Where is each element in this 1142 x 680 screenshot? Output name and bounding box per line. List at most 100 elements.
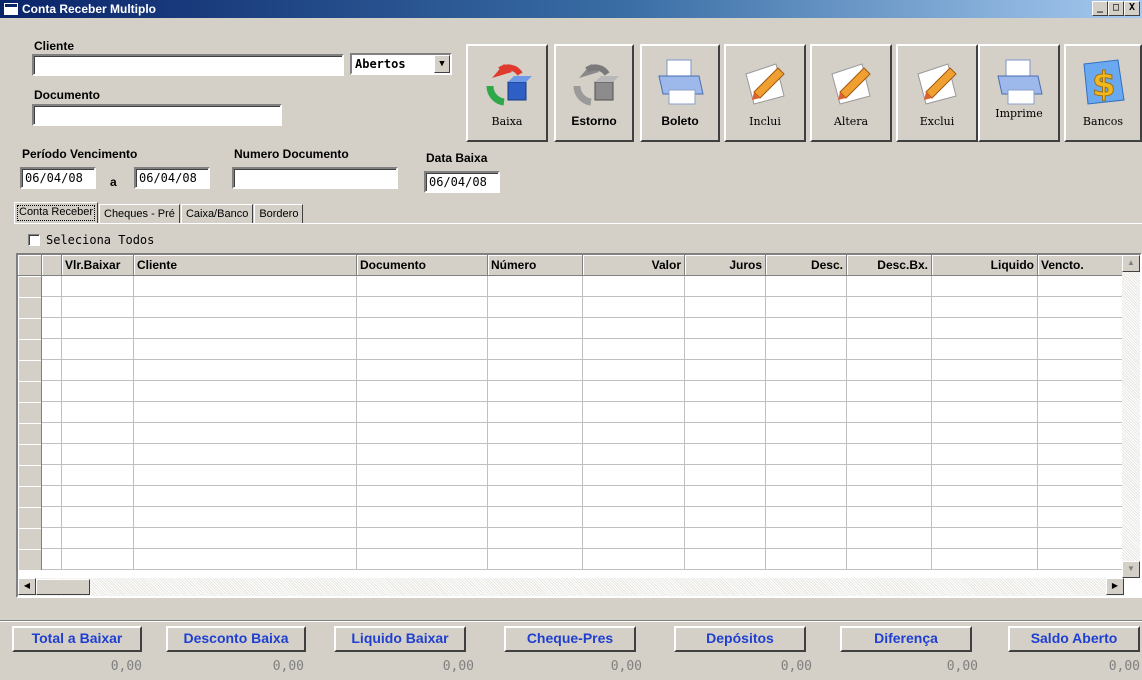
table-cell[interactable] (1038, 276, 1123, 297)
table-cell[interactable] (42, 507, 62, 528)
table-cell[interactable] (1038, 339, 1123, 360)
column-header-vlr-baixar[interactable]: Vlr.Baixar (62, 255, 134, 276)
table-cell[interactable] (134, 444, 357, 465)
table-cell[interactable] (42, 339, 62, 360)
table-cell[interactable] (42, 444, 62, 465)
vertical-scrollbar[interactable]: ▲ ▼ (1122, 255, 1140, 578)
table-cell[interactable] (1038, 528, 1123, 549)
table-cell[interactable] (583, 465, 685, 486)
table-row[interactable] (18, 339, 1124, 360)
table-cell[interactable] (583, 507, 685, 528)
table-cell[interactable] (932, 360, 1038, 381)
table-row[interactable] (18, 360, 1124, 381)
tab-cheques-pre[interactable]: Cheques - Pré (99, 204, 180, 224)
table-cell[interactable] (766, 276, 847, 297)
table-cell[interactable] (583, 276, 685, 297)
minimize-button[interactable]: _ (1092, 1, 1108, 16)
table-row[interactable] (18, 465, 1124, 486)
documento-input[interactable] (32, 104, 282, 126)
table-cell[interactable] (583, 339, 685, 360)
table-cell[interactable] (766, 297, 847, 318)
table-cell[interactable] (488, 444, 583, 465)
exclui-button[interactable]: Exclui (896, 44, 978, 142)
row-indicator[interactable] (18, 507, 42, 528)
table-cell[interactable] (932, 318, 1038, 339)
table-cell[interactable] (62, 360, 134, 381)
table-cell[interactable] (357, 507, 488, 528)
numdoc-input[interactable] (232, 167, 398, 189)
table-cell[interactable] (847, 486, 932, 507)
table-cell[interactable] (42, 423, 62, 444)
table-cell[interactable] (1038, 381, 1123, 402)
table-cell[interactable] (488, 402, 583, 423)
table-cell[interactable] (932, 528, 1038, 549)
table-cell[interactable] (847, 360, 932, 381)
table-cell[interactable] (685, 507, 766, 528)
table-cell[interactable] (766, 381, 847, 402)
column-header-juros[interactable]: Juros (685, 255, 766, 276)
table-cell[interactable] (42, 486, 62, 507)
table-cell[interactable] (357, 444, 488, 465)
table-cell[interactable] (932, 549, 1038, 570)
column-header-cliente[interactable]: Cliente (134, 255, 357, 276)
table-cell[interactable] (847, 339, 932, 360)
row-indicator[interactable] (18, 486, 42, 507)
column-header-documento[interactable]: Documento (357, 255, 488, 276)
table-cell[interactable] (766, 549, 847, 570)
table-cell[interactable] (1038, 297, 1123, 318)
table-cell[interactable] (488, 423, 583, 444)
table-cell[interactable] (583, 528, 685, 549)
table-cell[interactable] (766, 444, 847, 465)
column-header-numero[interactable]: Número (488, 255, 583, 276)
column-header-valor[interactable]: Valor (583, 255, 685, 276)
row-indicator[interactable] (18, 402, 42, 423)
table-cell[interactable] (134, 318, 357, 339)
table-row[interactable] (18, 486, 1124, 507)
table-cell[interactable] (932, 297, 1038, 318)
tab-bordero[interactable]: Bordero (254, 204, 304, 224)
table-row[interactable] (18, 528, 1124, 549)
table-cell[interactable] (42, 360, 62, 381)
table-cell[interactable] (134, 402, 357, 423)
table-row[interactable] (18, 423, 1124, 444)
table-cell[interactable] (583, 297, 685, 318)
cheque-pres-button[interactable]: Cheque-Pres (504, 626, 636, 652)
table-cell[interactable] (357, 276, 488, 297)
table-cell[interactable] (766, 402, 847, 423)
scroll-left-icon[interactable]: ◀ (18, 578, 36, 595)
table-cell[interactable] (42, 402, 62, 423)
table-cell[interactable] (847, 528, 932, 549)
liquido-baixar-button[interactable]: Liquido Baixar (334, 626, 466, 652)
table-cell[interactable] (583, 423, 685, 444)
table-cell[interactable] (42, 318, 62, 339)
table-row[interactable] (18, 402, 1124, 423)
table-cell[interactable] (685, 339, 766, 360)
table-cell[interactable] (488, 465, 583, 486)
baixa-button[interactable]: Baixa (466, 44, 548, 142)
table-cell[interactable] (62, 297, 134, 318)
data-baixa-input[interactable]: 06/04/08 (424, 171, 500, 193)
row-indicator[interactable] (18, 276, 42, 297)
boleto-button[interactable]: Boleto (640, 44, 720, 142)
periodo-de-input[interactable]: 06/04/08 (20, 167, 96, 189)
table-cell[interactable] (685, 318, 766, 339)
table-cell[interactable] (62, 465, 134, 486)
table-cell[interactable] (357, 381, 488, 402)
table-cell[interactable] (488, 318, 583, 339)
table-cell[interactable] (766, 360, 847, 381)
table-cell[interactable] (847, 276, 932, 297)
table-cell[interactable] (685, 444, 766, 465)
table-cell[interactable] (847, 507, 932, 528)
table-row[interactable] (18, 507, 1124, 528)
table-cell[interactable] (1038, 318, 1123, 339)
table-cell[interactable] (488, 381, 583, 402)
table-cell[interactable] (766, 318, 847, 339)
table-cell[interactable] (357, 360, 488, 381)
table-cell[interactable] (766, 528, 847, 549)
bancos-button[interactable]: $ Bancos (1064, 44, 1142, 142)
table-cell[interactable] (932, 486, 1038, 507)
tab-caixa-banco[interactable]: Caixa/Banco (180, 204, 254, 224)
table-cell[interactable] (847, 465, 932, 486)
table-cell[interactable] (134, 339, 357, 360)
table-cell[interactable] (134, 549, 357, 570)
